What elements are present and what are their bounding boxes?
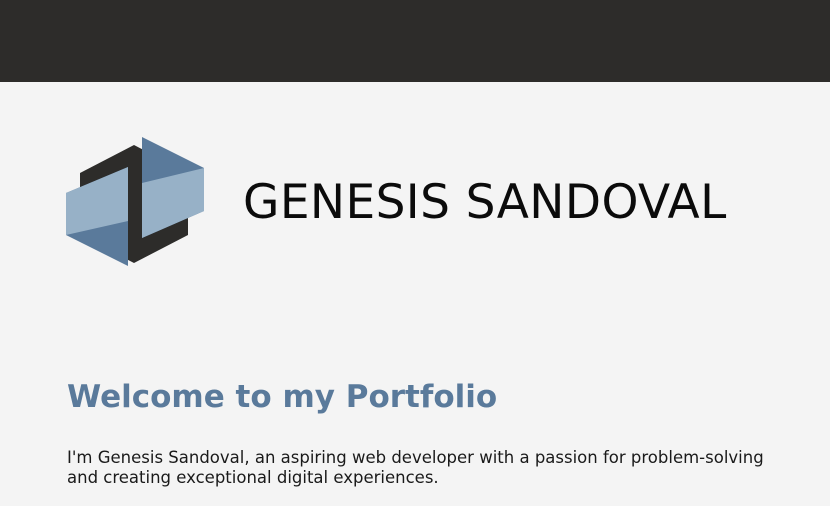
top-navigation-bar <box>0 0 830 82</box>
site-logo[interactable] <box>66 137 204 267</box>
welcome-heading: Welcome to my Portfolio <box>67 379 498 415</box>
site-title: GENESIS SANDOVAL <box>243 175 727 230</box>
intro-line-1: I'm Genesis Sandoval, an aspiring web de… <box>67 448 764 467</box>
intro-paragraph: I'm Genesis Sandoval, an aspiring web de… <box>67 448 767 488</box>
geometric-hexagon-logo-icon <box>66 137 204 266</box>
intro-line-2: and creating exceptional digital experie… <box>67 468 439 487</box>
